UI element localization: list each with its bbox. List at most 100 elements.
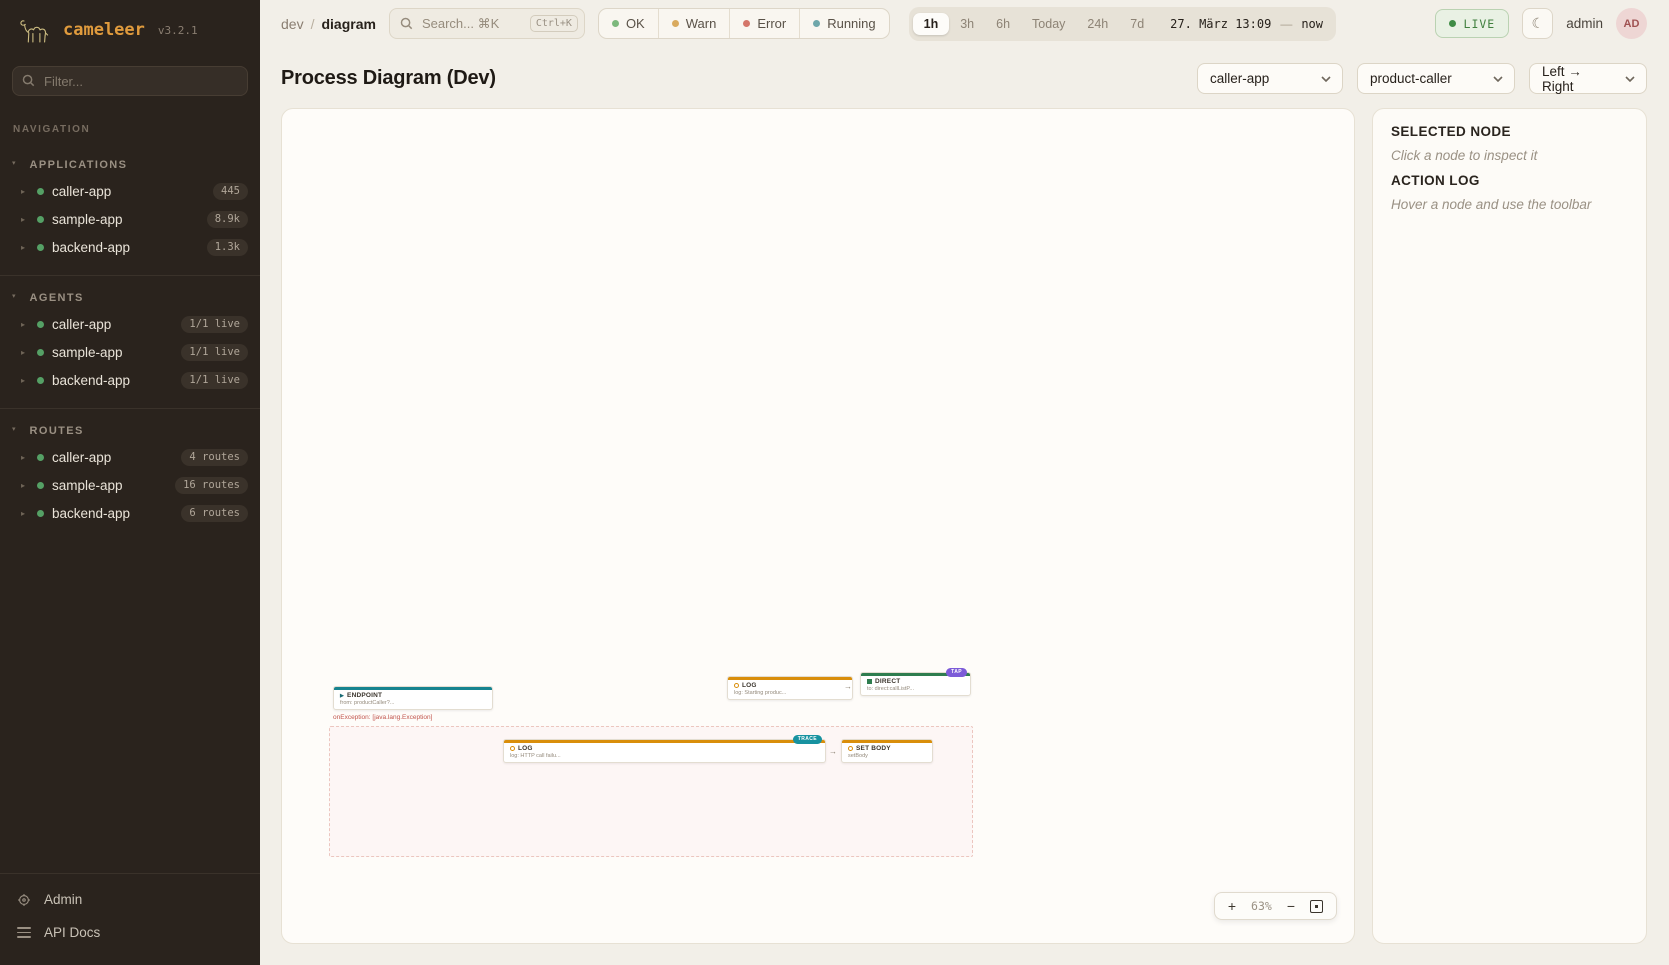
sidebar-item-admin[interactable]: Admin — [0, 883, 260, 916]
item-label: backend-app — [52, 373, 173, 388]
live-badge: 1/1 live — [181, 316, 248, 333]
item-label: caller-app — [52, 450, 173, 465]
node-direct[interactable]: TAP DIRECT to: direct:callListP... — [860, 672, 971, 696]
avatar-initials: AD — [1624, 18, 1640, 30]
section-header-routes[interactable]: ▾ ROUTES — [0, 421, 260, 443]
set-body-icon — [848, 746, 853, 751]
live-dot-icon — [1449, 20, 1456, 27]
action-log-title: ACTION LOG — [1391, 173, 1628, 188]
time-range-3h[interactable]: 3h — [949, 13, 985, 35]
sidebar-item-applications-caller-app[interactable]: ▸ caller-app 445 — [0, 177, 260, 205]
main-area: dev / diagram Ctrl+K OK Warn — [260, 0, 1669, 965]
zoom-out-button[interactable]: − — [1287, 899, 1295, 913]
chip-label: OK — [626, 16, 645, 31]
node-subtitle: log: HTTP call failu... — [510, 753, 819, 759]
section-label: APPLICATIONS — [30, 159, 128, 171]
filter-chip-ok[interactable]: OK — [599, 9, 658, 38]
play-icon: ▶ — [340, 693, 344, 699]
moon-icon: ☾ — [1531, 15, 1544, 32]
camel-logo-icon — [16, 15, 52, 45]
error-dot-icon — [743, 20, 750, 27]
breadcrumb-parent[interactable]: dev — [281, 16, 304, 32]
sidebar-footer: Admin API Docs — [0, 873, 260, 965]
time-range-1h[interactable]: 1h — [913, 13, 950, 35]
direction-select[interactable]: Left → Right — [1529, 63, 1647, 94]
count-badge: 1.3k — [207, 239, 248, 256]
node-set-body[interactable]: SET BODY setBody — [841, 739, 933, 763]
warn-dot-icon — [672, 20, 679, 27]
diagram-canvas[interactable]: ▶ ENDPOINT from: productCaller?... onExc… — [281, 108, 1355, 944]
section-header-applications[interactable]: ▾ APPLICATIONS — [0, 155, 260, 177]
sidebar-filter-input[interactable] — [12, 66, 248, 96]
item-label: caller-app — [52, 317, 173, 332]
sidebar-section-agents: ▾ AGENTS ▸ caller-app 1/1 live ▸ sample-… — [0, 275, 260, 394]
zoom-in-button[interactable]: + — [1228, 899, 1236, 913]
sidebar-item-routes-sample-app[interactable]: ▸ sample-app 16 routes — [0, 471, 260, 499]
zoom-level: 63% — [1251, 899, 1272, 913]
time-range-6h[interactable]: 6h — [985, 13, 1021, 35]
node-log-http[interactable]: TRACE LOG log: HTTP call failu... — [503, 739, 826, 763]
filter-chip-error[interactable]: Error — [729, 9, 799, 38]
status-dot — [37, 349, 44, 356]
node-log-start[interactable]: LOG log: Starting produc... — [727, 676, 853, 700]
action-log-hint: Hover a node and use the toolbar — [1391, 197, 1628, 212]
theme-toggle-button[interactable]: ☾ — [1522, 8, 1553, 39]
app-select[interactable]: caller-app — [1197, 63, 1343, 94]
filter-chip-running[interactable]: Running — [799, 9, 888, 38]
time-range-selector: 1h 3h 6h Today 24h 7d 27. März 13:09 — n… — [909, 7, 1336, 41]
node-title: SET BODY — [856, 745, 891, 752]
sidebar-item-agents-backend-app[interactable]: ▸ backend-app 1/1 live — [0, 366, 260, 394]
sidebar-item-routes-caller-app[interactable]: ▸ caller-app 4 routes — [0, 443, 260, 471]
sidebar-item-applications-backend-app[interactable]: ▸ backend-app 1.3k — [0, 233, 260, 261]
section-label: AGENTS — [30, 292, 84, 304]
chevron-right-icon: ▸ — [21, 453, 29, 462]
search-input[interactable] — [420, 15, 523, 32]
status-dot — [37, 244, 44, 251]
chevron-right-icon: ▸ — [21, 215, 29, 224]
live-badge: 1/1 live — [181, 344, 248, 361]
ok-dot-icon — [612, 20, 619, 27]
edge-arrow-icon: → — [844, 683, 852, 691]
node-endpoint[interactable]: ▶ ENDPOINT from: productCaller?... — [333, 686, 493, 710]
page-title: Process Diagram (Dev) — [281, 67, 1183, 90]
item-label: sample-app — [52, 345, 173, 360]
filter-chip-warn[interactable]: Warn — [658, 9, 730, 38]
time-range-7d[interactable]: 7d — [1119, 13, 1155, 35]
routes-badge: 4 routes — [181, 449, 248, 466]
brand-name: cameleer — [63, 20, 145, 40]
item-label: backend-app — [52, 506, 173, 521]
section-header-agents[interactable]: ▾ AGENTS — [0, 288, 260, 310]
gear-icon — [17, 893, 31, 907]
routes-badge: 16 routes — [175, 477, 248, 494]
on-exception-label: onException: [java.lang.Exception] — [333, 714, 432, 721]
fit-view-button[interactable] — [1310, 900, 1323, 913]
direct-icon — [867, 679, 872, 684]
sidebar-item-agents-sample-app[interactable]: ▸ sample-app 1/1 live — [0, 338, 260, 366]
sidebar-section-applications: ▾ APPLICATIONS ▸ caller-app 445 ▸ sample… — [0, 155, 260, 261]
chevron-right-icon: ▸ — [21, 187, 29, 196]
time-from[interactable]: 27. März 13:09 — [1170, 17, 1271, 31]
direction-select-value: Left → Right — [1542, 64, 1617, 94]
time-to[interactable]: now — [1301, 17, 1323, 31]
sidebar-item-agents-caller-app[interactable]: ▸ caller-app 1/1 live — [0, 310, 260, 338]
avatar[interactable]: AD — [1616, 8, 1647, 39]
status-dot — [37, 454, 44, 461]
time-range-24h[interactable]: 24h — [1076, 13, 1119, 35]
section-label: ROUTES — [30, 425, 84, 437]
live-toggle[interactable]: LIVE — [1435, 9, 1510, 38]
sidebar-filter — [12, 66, 248, 96]
status-filter-group: OK Warn Error Running — [598, 8, 890, 39]
status-dot — [37, 321, 44, 328]
node-title: DIRECT — [875, 678, 900, 685]
sidebar-item-routes-backend-app[interactable]: ▸ backend-app 6 routes — [0, 499, 260, 527]
brand-area: cameleer v3.2.1 — [0, 0, 260, 58]
chevron-right-icon: ▸ — [21, 348, 29, 357]
sidebar-item-applications-sample-app[interactable]: ▸ sample-app 8.9k — [0, 205, 260, 233]
chip-label: Running — [827, 16, 875, 31]
top-bar: dev / diagram Ctrl+K OK Warn — [260, 0, 1669, 47]
route-select[interactable]: product-caller — [1357, 63, 1515, 94]
sidebar-item-api-docs[interactable]: API Docs — [0, 916, 260, 949]
time-range-today[interactable]: Today — [1021, 13, 1076, 35]
tap-badge: TAP — [946, 668, 967, 677]
global-search: Ctrl+K — [389, 8, 585, 39]
